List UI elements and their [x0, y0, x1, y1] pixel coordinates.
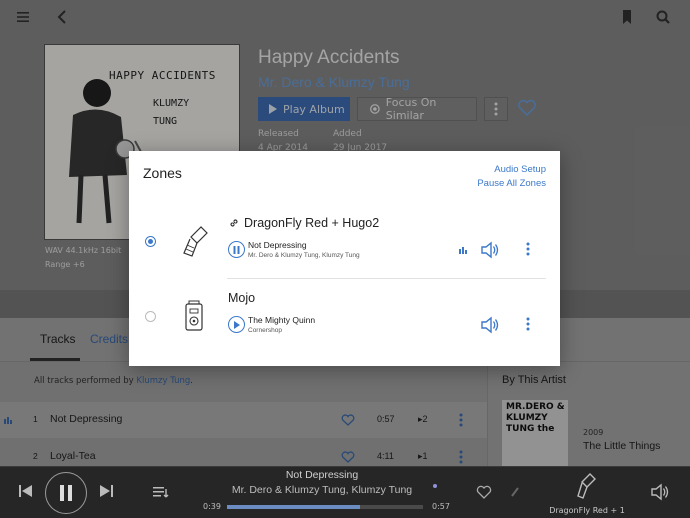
next-track-icon[interactable] [96, 481, 116, 501]
zone-radio[interactable] [145, 311, 156, 322]
pause-all-zones-link[interactable]: Pause All Zones [477, 178, 546, 189]
dac-device-icon [185, 300, 203, 331]
zone-item-dragonfly[interactable]: DragonFly Red + Hugo2 Not Depressing Mr.… [129, 205, 560, 277]
sparkle-icon [429, 480, 441, 492]
active-zone-label[interactable]: DragonFly Red + 1 [547, 506, 627, 515]
zone-track-artists: Cornershop [248, 327, 282, 334]
zones-dialog: Zones Audio Setup Pause All Zones Dragon… [129, 151, 560, 366]
queue-icon[interactable] [151, 482, 173, 502]
audio-setup-link[interactable]: Audio Setup [494, 164, 546, 175]
pause-button[interactable] [45, 472, 87, 514]
volume-icon[interactable] [480, 241, 500, 259]
zone-track-title: Not Depressing [248, 240, 307, 250]
dac-device-icon [183, 226, 208, 257]
previous-track-icon[interactable] [16, 481, 36, 501]
more-vertical-icon[interactable] [526, 317, 530, 331]
seek-progress [227, 505, 361, 509]
link-icon [230, 219, 238, 227]
volume-icon[interactable] [480, 316, 500, 334]
zone-track-title: The Mighty Quinn [248, 315, 316, 325]
zone-item-mojo[interactable]: Mojo The Mighty Quinn Cornershop [129, 281, 560, 353]
volume-icon[interactable] [649, 482, 671, 502]
heart-icon[interactable] [475, 483, 493, 501]
zone-track-artists: Mr. Dero & Klumzy Tung, Klumzy Tung [248, 252, 360, 259]
zones-dialog-title: Zones [143, 165, 182, 181]
player-bar: Not Depressing Mr. Dero & Klumzy Tung, K… [0, 466, 690, 518]
now-playing-artist[interactable]: Mr. Dero & Klumzy Tung, Klumzy Tung [220, 484, 424, 496]
dac-device-icon[interactable] [572, 469, 600, 503]
elapsed-time: 0:39 [203, 502, 221, 511]
pause-icon [233, 245, 240, 254]
zone-name: DragonFly Red + Hugo2 [228, 216, 379, 230]
more-vertical-icon[interactable] [526, 242, 530, 256]
total-time: 0:57 [432, 502, 450, 511]
zone-play-button[interactable] [228, 316, 245, 333]
seek-bar[interactable] [227, 505, 423, 509]
zone-divider [227, 278, 546, 279]
pin-icon[interactable] [507, 483, 523, 501]
zone-pause-button[interactable] [228, 241, 245, 258]
now-playing-bars-icon [459, 247, 467, 254]
zone-radio[interactable] [145, 236, 156, 247]
zone-name: Mojo [228, 291, 256, 305]
pause-icon [60, 485, 72, 501]
now-playing-title[interactable]: Not Depressing [230, 469, 414, 481]
play-icon [234, 320, 240, 329]
